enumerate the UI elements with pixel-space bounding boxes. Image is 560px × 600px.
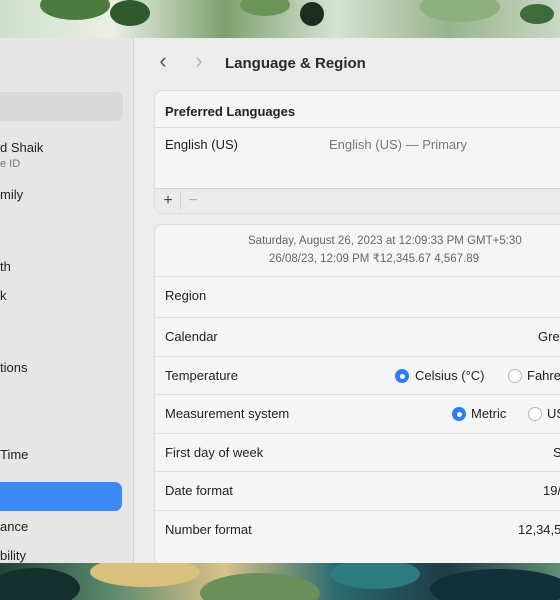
first-day-value[interactable]: S — [553, 445, 560, 460]
sidebar-item-accessibility[interactable]: bility — [0, 548, 26, 563]
metric-label[interactable]: Metric — [471, 406, 506, 421]
account-subtitle: e ID — [0, 158, 21, 170]
date-format-label: Date format — [165, 483, 233, 498]
desktop-wallpaper-top — [0, 0, 560, 38]
number-format-label: Number format — [165, 522, 252, 537]
back-button[interactable]: ‹ — [152, 50, 174, 74]
forward-button[interactable]: › — [188, 50, 210, 74]
chevron-left-icon: ‹ — [159, 48, 167, 73]
chevron-right-icon: › — [195, 48, 203, 73]
account-name[interactable]: d Shaik — [0, 140, 43, 155]
temperature-row: Temperature Celsius (°C) Fahre — [155, 356, 560, 395]
divider — [155, 127, 560, 128]
sidebar-item-screen-time[interactable]: Time — [0, 447, 28, 462]
region-row[interactable]: Region — [155, 276, 560, 315]
preferred-languages-header: Preferred Languages — [165, 104, 296, 119]
number-format-value[interactable]: 12,34,5 — [518, 522, 560, 537]
date-format-row[interactable]: Date format 19/ — [155, 471, 560, 510]
remove-language-button[interactable]: − — [181, 191, 205, 211]
language-detail: English (US) — Primary — [329, 137, 467, 152]
celsius-radio[interactable] — [395, 369, 409, 383]
region-label: Region — [165, 288, 207, 303]
calendar-value[interactable]: Gre — [538, 329, 560, 344]
date-format-value[interactable]: 19/ — [543, 483, 560, 498]
settings-window: d Shaik e ID mily th k tions Time ance b… — [0, 38, 560, 563]
page-title: Language & Region — [225, 55, 366, 72]
languages-toolbar: + − — [155, 188, 560, 213]
us-radio[interactable] — [528, 407, 542, 421]
temperature-label: Temperature — [165, 368, 238, 383]
format-preview-datetime: Saturday, August 26, 2023 at 12:09:33 PM… — [248, 235, 522, 247]
measurement-label: Measurement system — [165, 406, 290, 421]
metric-radio[interactable] — [452, 407, 466, 421]
number-format-row[interactable]: Number format 12,34,5 — [155, 510, 560, 549]
desktop-wallpaper-bottom — [0, 563, 560, 600]
calendar-row[interactable]: Calendar Gre — [155, 317, 560, 356]
sidebar: d Shaik e ID mily th k tions Time ance b… — [0, 38, 134, 563]
sidebar-item-network[interactable]: k — [0, 288, 7, 303]
format-preview-numbers: 26/08/23, 12:09 PM ₹12,345.67 4,567.89 — [269, 253, 480, 265]
sidebar-item-bluetooth[interactable]: th — [0, 259, 11, 274]
preferred-languages-card: Preferred Languages English (US) English… — [154, 90, 560, 214]
fahrenheit-label[interactable]: Fahre — [527, 368, 560, 383]
language-name[interactable]: English (US) — [165, 137, 238, 152]
first-day-row[interactable]: First day of week S — [155, 433, 560, 472]
first-day-label: First day of week — [165, 445, 264, 460]
sidebar-search-field[interactable] — [0, 92, 123, 121]
sidebar-item-general-selected[interactable] — [0, 482, 122, 511]
us-label[interactable]: US — [547, 406, 560, 421]
sidebar-item-family[interactable]: mily — [0, 187, 23, 202]
measurement-row: Measurement system Metric US — [155, 394, 560, 433]
add-language-button[interactable]: + — [156, 191, 180, 211]
calendar-label: Calendar — [165, 329, 218, 344]
celsius-label[interactable]: Celsius (°C) — [415, 368, 484, 383]
region-settings-card: Saturday, August 26, 2023 at 12:09:33 PM… — [154, 224, 560, 563]
sidebar-item-notifications[interactable]: tions — [0, 360, 27, 375]
fahrenheit-radio[interactable] — [508, 369, 522, 383]
main-pane: ‹ › Language & Region Preferred Language… — [134, 38, 560, 563]
sidebar-item-appearance[interactable]: ance — [0, 519, 28, 534]
